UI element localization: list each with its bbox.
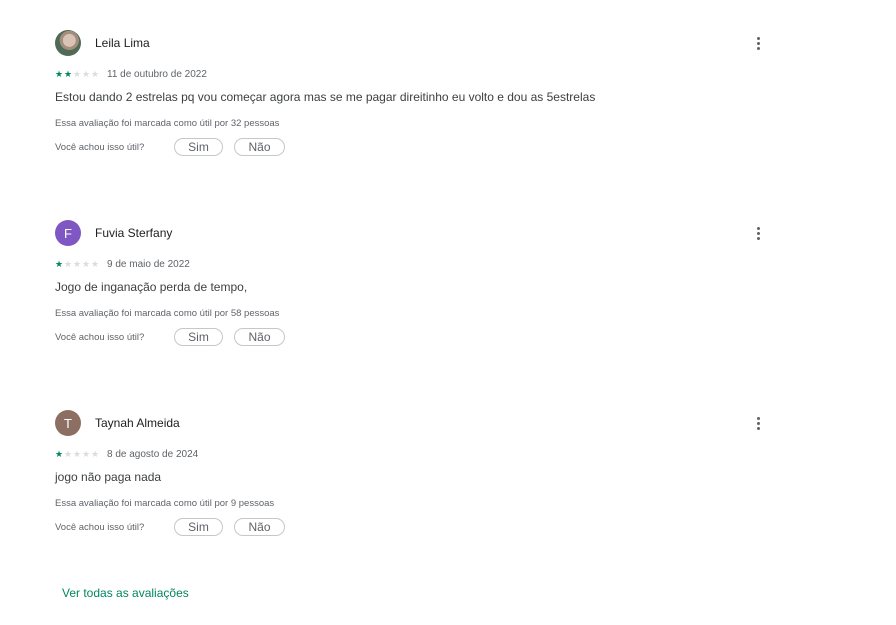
helpful-no-button[interactable]: Não xyxy=(234,328,285,346)
review-header: F Fuvia Sterfany xyxy=(55,220,765,246)
star-filled-icon: ★ xyxy=(55,69,64,79)
star-rating: ★ ★ ★ ★ ★ xyxy=(55,259,99,269)
star-rating: ★ ★ ★ ★ ★ xyxy=(55,449,99,459)
star-empty-icon: ★ xyxy=(82,259,91,269)
helpful-no-button[interactable]: Não xyxy=(234,138,285,156)
helpful-yes-button[interactable]: Sim xyxy=(174,138,223,156)
helpful-question: Você achou isso útil? xyxy=(55,331,145,343)
helpful-count: Essa avaliação foi marcada como útil por… xyxy=(55,118,280,129)
review-card: T Taynah Almeida ★ ★ ★ ★ ★ 8 de agosto de 20… xyxy=(55,410,765,536)
more-vert-icon-dot xyxy=(756,231,760,235)
star-empty-icon: ★ xyxy=(73,259,82,269)
review-meta: ★ ★ ★ ★ ★ 11 de outubro de 2022 xyxy=(55,66,765,82)
more-vert-icon-dot xyxy=(756,46,760,50)
avatar xyxy=(55,30,81,56)
star-empty-icon: ★ xyxy=(91,449,100,459)
star-empty-icon: ★ xyxy=(73,69,82,79)
helpful-question: Você achou isso útil? xyxy=(55,141,145,153)
review-date: 9 de maio de 2022 xyxy=(107,258,190,270)
review-header: T Taynah Almeida xyxy=(55,410,765,436)
star-filled-icon: ★ xyxy=(64,69,73,79)
more-vert-icon-dot xyxy=(756,426,760,430)
star-filled-icon: ★ xyxy=(55,259,64,269)
star-rating: ★ ★ ★ ★ ★ xyxy=(55,69,99,79)
review-date: 11 de outubro de 2022 xyxy=(107,68,207,80)
review-card: F Fuvia Sterfany ★ ★ ★ ★ ★ 9 de maio de 2022… xyxy=(55,220,765,346)
star-empty-icon: ★ xyxy=(82,449,91,459)
reviewer-name: Taynah Almeida xyxy=(95,416,180,430)
star-empty-icon: ★ xyxy=(64,259,73,269)
star-empty-icon: ★ xyxy=(91,259,100,269)
more-vert-icon-dot xyxy=(756,236,760,240)
review-header: Leila Lima xyxy=(55,30,765,56)
more-vert-icon xyxy=(756,36,760,40)
star-empty-icon: ★ xyxy=(91,69,100,79)
star-empty-icon: ★ xyxy=(73,449,82,459)
star-filled-icon: ★ xyxy=(55,449,64,459)
helpful-row: Você achou isso útil? Sim Não xyxy=(55,328,765,346)
helpful-yes-button[interactable]: Sim xyxy=(174,518,223,536)
more-vert-icon xyxy=(756,226,760,230)
reviewer-name: Leila Lima xyxy=(95,36,150,50)
more-options-button[interactable] xyxy=(751,410,765,436)
star-empty-icon: ★ xyxy=(82,69,91,79)
reviewer-name: Fuvia Sterfany xyxy=(95,226,173,240)
more-vert-icon-dot xyxy=(756,421,760,425)
review-meta: ★ ★ ★ ★ ★ 9 de maio de 2022 xyxy=(55,256,765,272)
star-empty-icon: ★ xyxy=(64,449,73,459)
avatar: T xyxy=(55,410,81,436)
see-all-reviews-link[interactable]: Ver todas as avaliações xyxy=(62,586,189,600)
review-card: Leila Lima ★ ★ ★ ★ ★ 11 de outubro de 2022 E… xyxy=(55,30,765,156)
review-text: jogo não paga nada xyxy=(55,470,162,484)
helpful-count: Essa avaliação foi marcada como útil por… xyxy=(55,498,275,509)
helpful-question: Você achou isso útil? xyxy=(55,521,145,533)
more-vert-icon-dot xyxy=(756,41,760,45)
helpful-count: Essa avaliação foi marcada como útil por… xyxy=(55,308,280,319)
review-text: Estou dando 2 estrelas pq vou começar ag… xyxy=(55,90,596,104)
helpful-row: Você achou isso útil? Sim Não xyxy=(55,518,765,536)
more-vert-icon xyxy=(756,416,760,420)
review-text: Jogo de inganação perda de tempo, xyxy=(55,280,248,294)
helpful-no-button[interactable]: Não xyxy=(234,518,285,536)
review-date: 8 de agosto de 2024 xyxy=(107,448,199,460)
review-meta: ★ ★ ★ ★ ★ 8 de agosto de 2024 xyxy=(55,446,765,462)
more-options-button[interactable] xyxy=(751,220,765,246)
more-options-button[interactable] xyxy=(751,30,765,56)
helpful-yes-button[interactable]: Sim xyxy=(174,328,223,346)
helpful-row: Você achou isso útil? Sim Não xyxy=(55,138,765,156)
avatar: F xyxy=(55,220,81,246)
